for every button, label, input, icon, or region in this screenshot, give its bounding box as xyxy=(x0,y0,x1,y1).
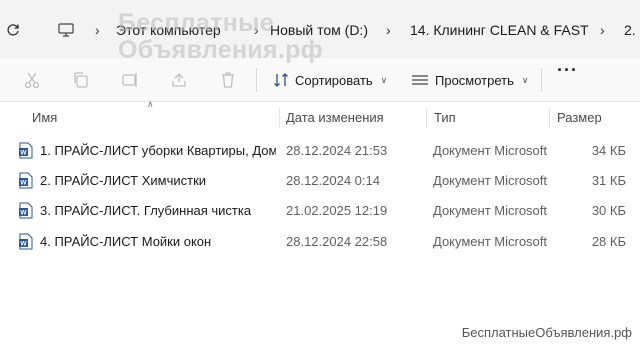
file-name: 4. ПРАЙС-ЛИСТ Мойки окон xyxy=(40,234,212,249)
word-document-icon: W xyxy=(19,202,33,219)
word-document-icon: W xyxy=(19,142,33,159)
computer-icon[interactable] xyxy=(58,23,74,37)
file-type: Документ Microsoft Word xyxy=(433,173,548,188)
chevron-right-icon: › xyxy=(600,22,605,38)
file-row[interactable]: W 2. ПРАЙС-ЛИСТ Химчистки 28.12.2024 0:1… xyxy=(0,165,640,195)
column-divider[interactable] xyxy=(549,108,550,128)
more-options-button[interactable]: ··· xyxy=(557,60,578,81)
watermark-line: Бесплатные xyxy=(118,9,274,37)
view-list-icon xyxy=(412,75,428,85)
watermark-line: Объявления.рф xyxy=(118,36,323,64)
column-date-modified[interactable]: Дата изменения xyxy=(286,110,384,125)
svg-text:W: W xyxy=(20,150,27,157)
column-divider[interactable] xyxy=(279,108,280,128)
svg-text:W: W xyxy=(20,241,27,248)
svg-text:W: W xyxy=(20,210,27,217)
file-name: 3. ПРАЙС-ЛИСТ. Глубинная чистка xyxy=(40,203,252,218)
column-header: Имя Дата изменения Тип Размер xyxy=(0,104,640,130)
chevron-down-icon: ∨ xyxy=(380,74,388,85)
file-date: 28.12.2024 21:53 xyxy=(286,143,388,158)
toolbar-divider xyxy=(541,68,542,92)
file-type: Документ Microsoft Word xyxy=(433,143,548,158)
footer-watermark: БесплатныеОбъявления.рф xyxy=(461,325,632,340)
file-row[interactable]: W 4. ПРАЙС-ЛИСТ Мойки окон 28.12.2024 22… xyxy=(0,226,640,256)
delete-icon[interactable] xyxy=(219,71,237,89)
breadcrumb-subfolder[interactable]: 2. xyxy=(624,22,636,38)
file-size: 28 КБ xyxy=(591,234,626,249)
file-row[interactable]: W 3. ПРАЙС-ЛИСТ. Глубинная чистка 21.02.… xyxy=(0,195,640,225)
rename-icon[interactable] xyxy=(121,71,139,89)
refresh-icon[interactable] xyxy=(6,23,20,37)
file-size: 31 КБ xyxy=(591,173,626,188)
sort-button[interactable]: Сортировать ∨ xyxy=(273,69,387,91)
command-bar: Сортировать ∨ Просмотреть ∨ xyxy=(0,58,640,102)
svg-text:W: W xyxy=(20,180,27,187)
sort-button-label: Сортировать xyxy=(295,72,373,88)
file-name: 1. ПРАЙС-ЛИСТ уборки Квартиры, Дома xyxy=(40,143,276,158)
column-name[interactable]: Имя xyxy=(32,110,57,125)
file-size: 34 КБ xyxy=(591,143,626,158)
copy-icon[interactable] xyxy=(72,71,90,89)
file-type: Документ Microsoft Word xyxy=(433,203,548,218)
share-icon[interactable] xyxy=(170,71,188,89)
chevron-right-icon: › xyxy=(95,22,100,38)
breadcrumb-folder[interactable]: 14. Клининг CLEAN & FAST xyxy=(410,22,589,38)
file-date: 28.12.2024 22:58 xyxy=(286,234,388,249)
word-document-icon: W xyxy=(19,233,33,250)
column-size[interactable]: Размер xyxy=(557,110,602,125)
word-document-icon: W xyxy=(19,172,33,189)
file-row[interactable]: W 1. ПРАЙС-ЛИСТ уборки Квартиры, Дома 28… xyxy=(0,135,640,165)
file-date: 21.02.2025 12:19 xyxy=(286,203,388,218)
cut-icon[interactable] xyxy=(23,71,41,89)
chevron-down-icon: ∨ xyxy=(521,74,529,85)
chevron-right-icon: › xyxy=(386,22,391,38)
view-button[interactable]: Просмотреть ∨ xyxy=(411,69,529,91)
file-size: 30 КБ xyxy=(591,203,626,218)
toolbar-divider xyxy=(256,68,257,92)
view-button-label: Просмотреть xyxy=(435,72,514,88)
watermark: Бесплатные Объявления.рф xyxy=(118,10,323,64)
file-type: Документ Microsoft Word xyxy=(433,234,548,249)
file-name: 2. ПРАЙС-ЛИСТ Химчистки xyxy=(40,173,207,188)
file-date: 28.12.2024 0:14 xyxy=(286,173,380,188)
sort-icon xyxy=(274,73,288,87)
column-type[interactable]: Тип xyxy=(434,110,456,125)
column-divider[interactable] xyxy=(426,108,427,128)
